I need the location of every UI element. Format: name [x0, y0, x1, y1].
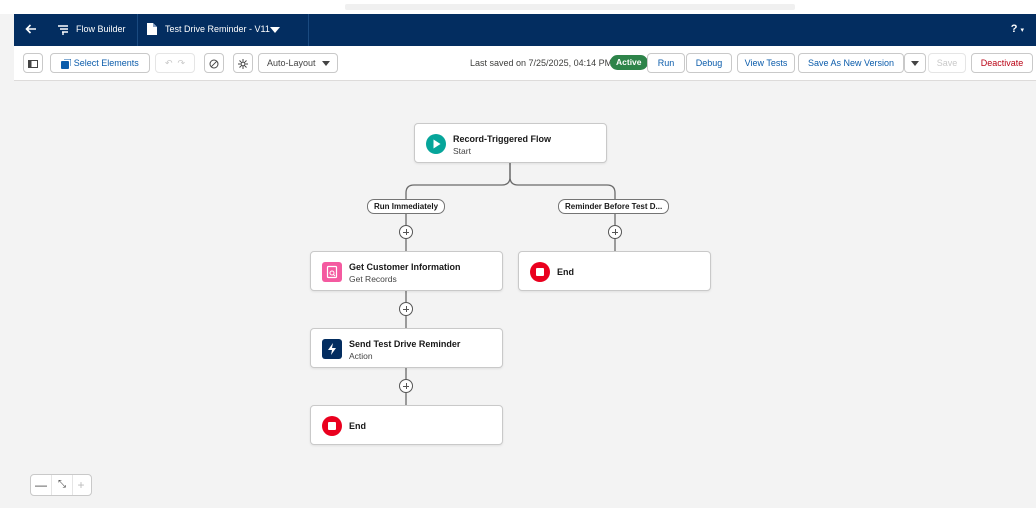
select-elements-button[interactable]: Select Elements	[50, 53, 150, 73]
back-arrow-icon[interactable]	[24, 22, 38, 36]
header-divider	[137, 14, 138, 46]
select-elements-label: Select Elements	[73, 58, 139, 68]
panel-toggle-button[interactable]	[23, 53, 43, 73]
clear-button[interactable]	[204, 53, 224, 73]
start-node[interactable]: Record-Triggered Flow Start	[414, 123, 607, 163]
settings-button[interactable]	[233, 53, 253, 73]
start-node-title: Record-Triggered Flow	[453, 134, 552, 144]
action-node[interactable]: Send Test Drive Reminder Action	[310, 328, 503, 368]
get-records-subtitle: Get Records	[349, 274, 397, 284]
action-node-title: Send Test Drive Reminder	[349, 339, 461, 349]
select-elements-icon	[61, 58, 72, 69]
save-options-button[interactable]	[904, 53, 926, 73]
frame-strip	[345, 4, 795, 10]
header-divider	[308, 14, 309, 46]
help-caret-icon: ▾	[1020, 27, 1024, 34]
end-node-title: End	[557, 267, 574, 277]
save-as-new-version-button[interactable]: Save As New Version	[798, 53, 904, 73]
chevron-down-icon	[911, 61, 919, 67]
end-node-title: End	[349, 421, 366, 431]
end-node-left[interactable]: End	[310, 405, 503, 445]
path-label-run-immediately[interactable]: Run Immediately	[367, 199, 446, 214]
panel-toggle-icon	[28, 59, 38, 68]
zoom-in-button[interactable]: +	[71, 475, 91, 495]
ban-icon	[209, 59, 219, 69]
layout-mode-select[interactable]: Auto-Layout	[258, 53, 338, 73]
start-node-subtitle: Start	[453, 146, 471, 156]
layout-mode-value: Auto-Layout	[267, 58, 316, 68]
play-icon	[426, 134, 446, 154]
add-element-button[interactable]	[399, 225, 413, 239]
get-records-node[interactable]: Get Customer Information Get Records	[310, 251, 503, 291]
lightning-icon	[322, 339, 342, 359]
path-label-reminder-before[interactable]: Reminder Before Test D...	[558, 199, 670, 214]
status-badge: Active	[610, 55, 648, 70]
get-records-icon	[322, 262, 342, 282]
stop-icon	[322, 416, 342, 436]
save-button[interactable]: Save	[928, 53, 966, 73]
undo-redo-group: ↶ ↷	[155, 53, 195, 73]
fit-view-button[interactable]: ⤡	[51, 475, 73, 495]
get-records-title: Get Customer Information	[349, 262, 461, 272]
toolbar: Select Elements ↶ ↷ Auto-Layout Last sav…	[14, 46, 1036, 81]
chevron-down-icon[interactable]	[270, 27, 280, 33]
deactivate-button[interactable]: Deactivate	[971, 53, 1033, 73]
help-label: ?	[1010, 23, 1018, 35]
view-tests-button[interactable]: View Tests	[737, 53, 795, 73]
add-element-button[interactable]	[608, 225, 622, 239]
chevron-down-icon	[322, 61, 330, 66]
app-name: Flow Builder	[76, 24, 126, 34]
browser-frame	[0, 0, 1036, 14]
stop-icon	[530, 262, 550, 282]
add-element-button[interactable]	[399, 302, 413, 316]
flow-canvas[interactable]: Record-Triggered Flow Start Run Immediat…	[14, 81, 1036, 508]
redo-icon[interactable]: ↷	[178, 58, 186, 68]
end-node-right[interactable]: End	[518, 251, 711, 291]
flow-name[interactable]: Test Drive Reminder - V11	[165, 24, 270, 34]
add-element-button[interactable]	[399, 379, 413, 393]
undo-icon[interactable]: ↶	[165, 58, 173, 68]
last-saved-text: Last saved on 7/25/2025, 04:14 PM	[470, 58, 613, 68]
flow-builder-icon	[58, 25, 68, 35]
file-icon	[147, 23, 157, 35]
action-node-subtitle: Action	[349, 351, 373, 361]
gear-icon	[238, 58, 248, 69]
debug-button[interactable]: Debug	[686, 53, 732, 73]
zoom-controls: — ⤡ +	[30, 474, 92, 496]
header-bar: Flow Builder Test Drive Reminder - V11 ?…	[14, 14, 1036, 46]
run-button[interactable]: Run	[647, 53, 685, 73]
help-menu[interactable]: ? ▾	[1011, 23, 1024, 35]
zoom-out-button[interactable]: —	[31, 475, 51, 495]
